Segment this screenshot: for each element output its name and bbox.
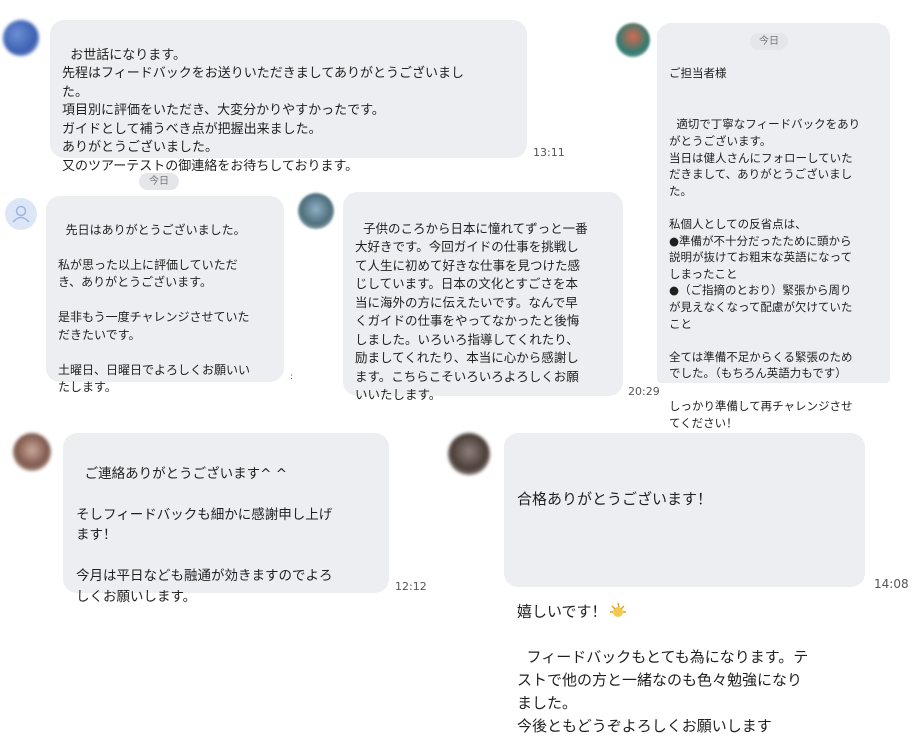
message-bubble: ご担当者様 適切で丁寧なフィードバックをあり がとうございます。 当日は健人さん…: [657, 23, 890, 430]
message-bubble: 子供のころから日本に憧れてずっと一番 大好きです。今回ガイドの仕事を挑戦し て人…: [343, 192, 623, 402]
message-bubble: 合格ありがとうございます！ 嬉しいです！ フィードバックもとても為になります。テ…: [504, 433, 865, 735]
message-text: お世話になります。 先程はフィードバックをお送りいただきましてありがとうございま…: [62, 47, 464, 174]
avatar[interactable]: [448, 433, 490, 475]
message-text: 先日はありがとうございました。 私が思った以上に評価していただ き、ありがとうご…: [58, 222, 251, 395]
avatar[interactable]: [3, 20, 39, 56]
avatar[interactable]: [616, 23, 650, 57]
party-icon: [609, 556, 627, 617]
message-text: フィードバックもとても為になります。テ ストで他の方と一緒なのも色々勉強になり …: [517, 648, 809, 735]
message-text: 適切で丁寧なフィードバックをあり がとうございます。 当日は健人さんにフォローし…: [669, 117, 861, 431]
date-pill: 今日: [139, 173, 179, 190]
person-icon: [12, 205, 30, 223]
message-line-with-emoji: 嬉しいです！: [517, 556, 852, 623]
greeting-text: ご担当者様: [669, 66, 727, 81]
message-text: ご連絡ありがとうございます^ ^ そしフィードバックも細かに感謝申し上げ ます！…: [76, 465, 333, 605]
avatar[interactable]: [13, 433, 51, 471]
avatar[interactable]: [5, 198, 37, 230]
message-timestamp: 14:08: [874, 577, 909, 591]
message-bubble: お世話になります。 先程はフィードバックをお送りいただきましてありがとうございま…: [50, 20, 527, 174]
message-timestamp: 13:11: [533, 146, 565, 159]
message-bubble: ご連絡ありがとうございます^ ^ そしフィードバックも細かに感謝申し上げ ます！…: [63, 433, 389, 605]
message-timestamp: 12:12: [395, 580, 427, 593]
message-line: 合格ありがとうございます！: [517, 489, 713, 508]
message-timestamp: 20:29: [628, 385, 660, 398]
message-text: 子供のころから日本に憧れてずっと一番 大好きです。今回ガイドの仕事を挑戦し て人…: [355, 220, 588, 403]
message-bubble: 先日はありがとうございました。 私が思った以上に評価していただ き、ありがとうご…: [46, 196, 284, 394]
avatar[interactable]: [298, 193, 334, 229]
date-pill: 今日: [750, 33, 788, 50]
side-mark: :: [290, 372, 294, 382]
